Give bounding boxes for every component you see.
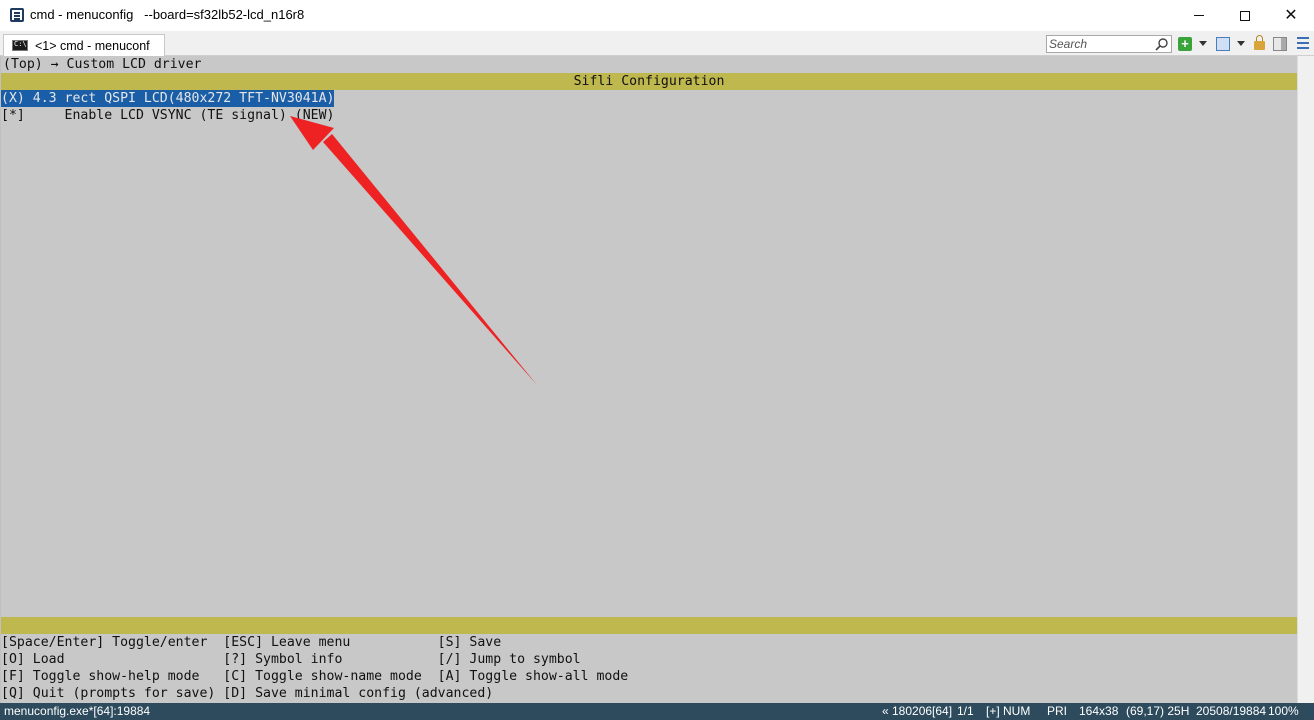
page-title: Sifli Configuration <box>573 74 725 89</box>
chevron-down-icon[interactable] <box>1237 41 1245 46</box>
console-screen: (Top) → Custom LCD driver Sifli Configur… <box>1 56 1297 703</box>
buffer-status[interactable]: « 180206[64] <box>882 703 952 720</box>
close-icon: ✕ <box>1284 6 1298 24</box>
lock-icon[interactable] <box>1254 35 1265 50</box>
maximize-button[interactable] <box>1222 0 1268 31</box>
search-box[interactable] <box>1046 35 1172 53</box>
terminal-area[interactable]: (Top) → Custom LCD driver Sifli Configur… <box>0 56 1314 703</box>
menu-option-selected[interactable]: (X) 4.3 rect QSPI LCD(480x272 TFT-NV3041… <box>1 90 335 107</box>
console-tab[interactable]: <1> cmd - menuconf <box>3 34 165 56</box>
maximize-icon <box>1240 10 1250 21</box>
footer-band <box>1 617 1297 634</box>
priority-status[interactable]: PRI <box>1047 703 1067 720</box>
console-app-icon <box>10 8 24 22</box>
minimize-icon <box>1194 15 1204 16</box>
vertical-scrollbar[interactable] <box>1297 56 1314 703</box>
zoom-status[interactable]: 100% <box>1268 703 1299 720</box>
tab-label: <1> cmd - menuconf <box>35 39 150 53</box>
page-status[interactable]: 1/1 <box>957 703 974 720</box>
process-status: menuconfig.exe*[64]:19884 <box>4 704 151 718</box>
window-title: cmd - menuconfig --board=sf32lb52-lcd_n1… <box>30 7 305 22</box>
cursor-status[interactable]: (69,17) 25H <box>1126 703 1189 720</box>
search-icon[interactable] <box>1155 37 1169 51</box>
menu-option[interactable]: [*] Enable LCD VSYNC (TE signal) (NEW) <box>1 107 334 124</box>
size-status[interactable]: 164x38 <box>1079 703 1118 720</box>
breadcrumb: (Top) → Custom LCD driver <box>3 57 202 72</box>
hamburger-menu-icon[interactable] <box>1297 37 1309 51</box>
window-list-icon[interactable] <box>1216 37 1230 51</box>
memory-status[interactable]: 20508/19884 <box>1196 703 1266 720</box>
help-line: [O] Load [?] Symbol info [/] Jump to sym… <box>1 652 581 667</box>
mode-status[interactable]: [+] NUM <box>986 703 1030 720</box>
title-bar: cmd - menuconfig --board=sf32lb52-lcd_n1… <box>0 0 1314 31</box>
split-panel-icon[interactable] <box>1273 37 1287 51</box>
status-bar: menuconfig.exe*[64]:19884 « 180206[64] 1… <box>0 703 1314 720</box>
chevron-down-icon[interactable] <box>1199 41 1207 46</box>
help-line: [Q] Quit (prompts for save) [D] Save min… <box>1 686 494 701</box>
help-line: [Space/Enter] Toggle/enter [ESC] Leave m… <box>1 635 502 650</box>
help-line: [F] Toggle show-help mode [C] Toggle sho… <box>1 669 629 684</box>
minimize-button[interactable] <box>1176 0 1222 31</box>
tab-bar: <1> cmd - menuconf + <box>0 31 1314 56</box>
cmd-icon <box>12 40 28 51</box>
search-input[interactable] <box>1049 37 1153 51</box>
close-button[interactable]: ✕ <box>1268 0 1314 31</box>
new-console-icon[interactable]: + <box>1178 37 1192 51</box>
